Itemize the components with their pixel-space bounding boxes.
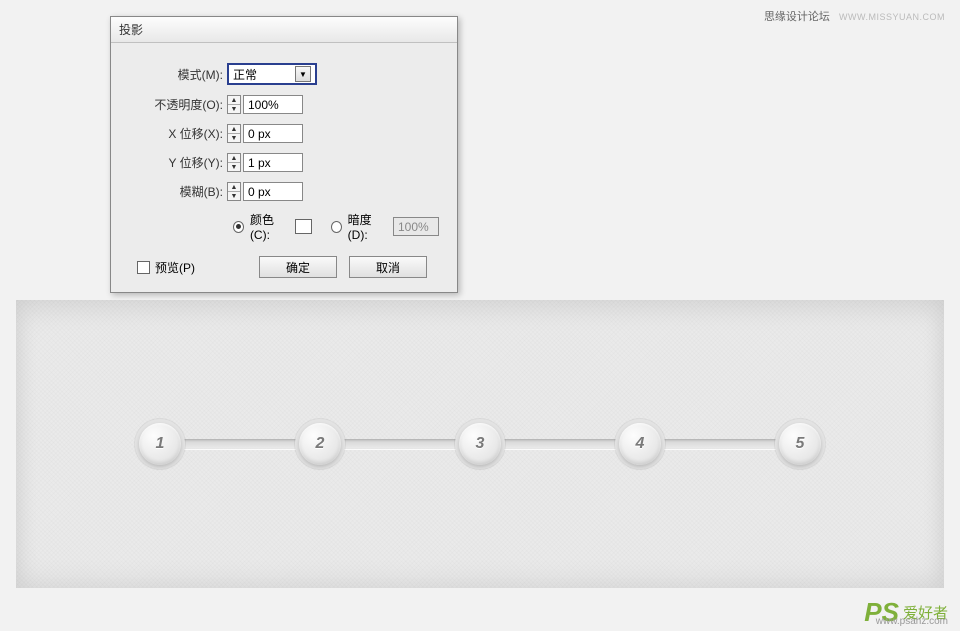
- mode-label: 模式(M):: [129, 66, 227, 83]
- watermark-bottom: PS 爱好者 www.psahz.com: [864, 599, 948, 625]
- cancel-button[interactable]: 取消: [349, 256, 427, 278]
- row-x-offset: X 位移(X): ▲ ▼: [129, 124, 439, 143]
- preview-label: 预览(P): [155, 259, 195, 276]
- opacity-spinner[interactable]: ▲ ▼: [227, 95, 241, 114]
- dialog-body: 模式(M): 正常 ▼ 不透明度(O): ▲ ▼ X 位移(X): ▲ ▼ Y …: [111, 43, 457, 292]
- row-color: 颜色(C): 暗度(D):: [129, 211, 439, 242]
- y-offset-spinner[interactable]: ▲ ▼: [227, 153, 241, 172]
- progress-stepper: 1 2 3 4 5: [139, 423, 821, 465]
- ok-button[interactable]: 确定: [259, 256, 337, 278]
- design-canvas: 1 2 3 4 5: [16, 300, 944, 588]
- blur-input[interactable]: [243, 182, 303, 201]
- row-mode: 模式(M): 正常 ▼: [129, 63, 439, 85]
- opacity-label: 不透明度(O):: [129, 96, 227, 113]
- watermark-site: 思缘设计论坛: [764, 11, 830, 23]
- spinner-down-icon[interactable]: ▼: [228, 192, 240, 200]
- step-connector: [499, 439, 621, 449]
- dialog-footer: 预览(P) 确定 取消: [129, 256, 439, 278]
- darkness-input: [393, 217, 439, 236]
- spinner-up-icon[interactable]: ▲: [228, 96, 240, 105]
- blur-label: 模糊(B):: [129, 183, 227, 200]
- drop-shadow-dialog: 投影 模式(M): 正常 ▼ 不透明度(O): ▲ ▼ X 位移(X): ▲ ▼: [110, 16, 458, 293]
- step-node-3: 3: [459, 423, 501, 465]
- spinner-up-icon[interactable]: ▲: [228, 154, 240, 163]
- step-node-4: 4: [619, 423, 661, 465]
- darkness-radio[interactable]: [331, 221, 342, 233]
- preview-checkbox[interactable]: [137, 261, 150, 274]
- watermark-top: 思缘设计论坛 WWW.MISSYUAN.COM: [764, 8, 945, 24]
- step-connector: [339, 439, 461, 449]
- y-offset-label: Y 位移(Y):: [129, 154, 227, 171]
- x-offset-spinner[interactable]: ▲ ▼: [227, 124, 241, 143]
- step-node-5: 5: [779, 423, 821, 465]
- x-offset-input[interactable]: [243, 124, 303, 143]
- blur-spinner[interactable]: ▲ ▼: [227, 182, 241, 201]
- button-group: 确定 取消: [259, 256, 427, 278]
- step-connector: [179, 439, 301, 449]
- color-radio[interactable]: [233, 221, 244, 233]
- spinner-down-icon[interactable]: ▼: [228, 105, 240, 113]
- ps-url: www.psahz.com: [876, 616, 948, 627]
- x-offset-label: X 位移(X):: [129, 125, 227, 142]
- spinner-down-icon[interactable]: ▼: [228, 134, 240, 142]
- step-node-2: 2: [299, 423, 341, 465]
- step-node-1: 1: [139, 423, 181, 465]
- row-blur: 模糊(B): ▲ ▼: [129, 182, 439, 201]
- color-label: 颜色(C):: [250, 211, 289, 242]
- mode-value: 正常: [233, 66, 295, 83]
- spinner-down-icon[interactable]: ▼: [228, 163, 240, 171]
- preview-group: 预览(P): [137, 259, 195, 276]
- chevron-down-icon[interactable]: ▼: [295, 66, 311, 82]
- opacity-input[interactable]: [243, 95, 303, 114]
- darkness-label: 暗度(D):: [348, 211, 387, 242]
- mode-select[interactable]: 正常 ▼: [227, 63, 317, 85]
- row-opacity: 不透明度(O): ▲ ▼: [129, 95, 439, 114]
- y-offset-input[interactable]: [243, 153, 303, 172]
- spinner-up-icon[interactable]: ▲: [228, 125, 240, 134]
- dialog-title[interactable]: 投影: [111, 17, 457, 43]
- color-swatch[interactable]: [295, 219, 311, 234]
- step-connector: [659, 439, 781, 449]
- watermark-url: WWW.MISSYUAN.COM: [839, 12, 945, 22]
- spinner-up-icon[interactable]: ▲: [228, 183, 240, 192]
- row-y-offset: Y 位移(Y): ▲ ▼: [129, 153, 439, 172]
